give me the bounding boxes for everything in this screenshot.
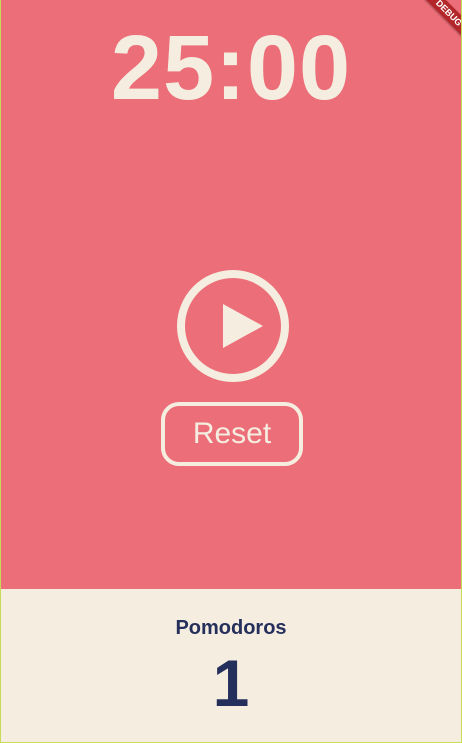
pomodoro-stats: Pomodoros 1	[1, 589, 461, 742]
pomodoros-count: 1	[212, 646, 250, 720]
play-icon	[223, 304, 263, 348]
timer-panel: 25:00 Reset	[1, 0, 461, 589]
reset-button[interactable]: Reset	[161, 402, 303, 466]
timer-display: 25:00	[110, 17, 352, 119]
play-button[interactable]	[177, 270, 289, 382]
pomodoro-app: 25:00 Reset Pomodoros 1 DEBUG	[0, 0, 462, 743]
pomodoros-label: Pomodoros	[175, 617, 287, 639]
